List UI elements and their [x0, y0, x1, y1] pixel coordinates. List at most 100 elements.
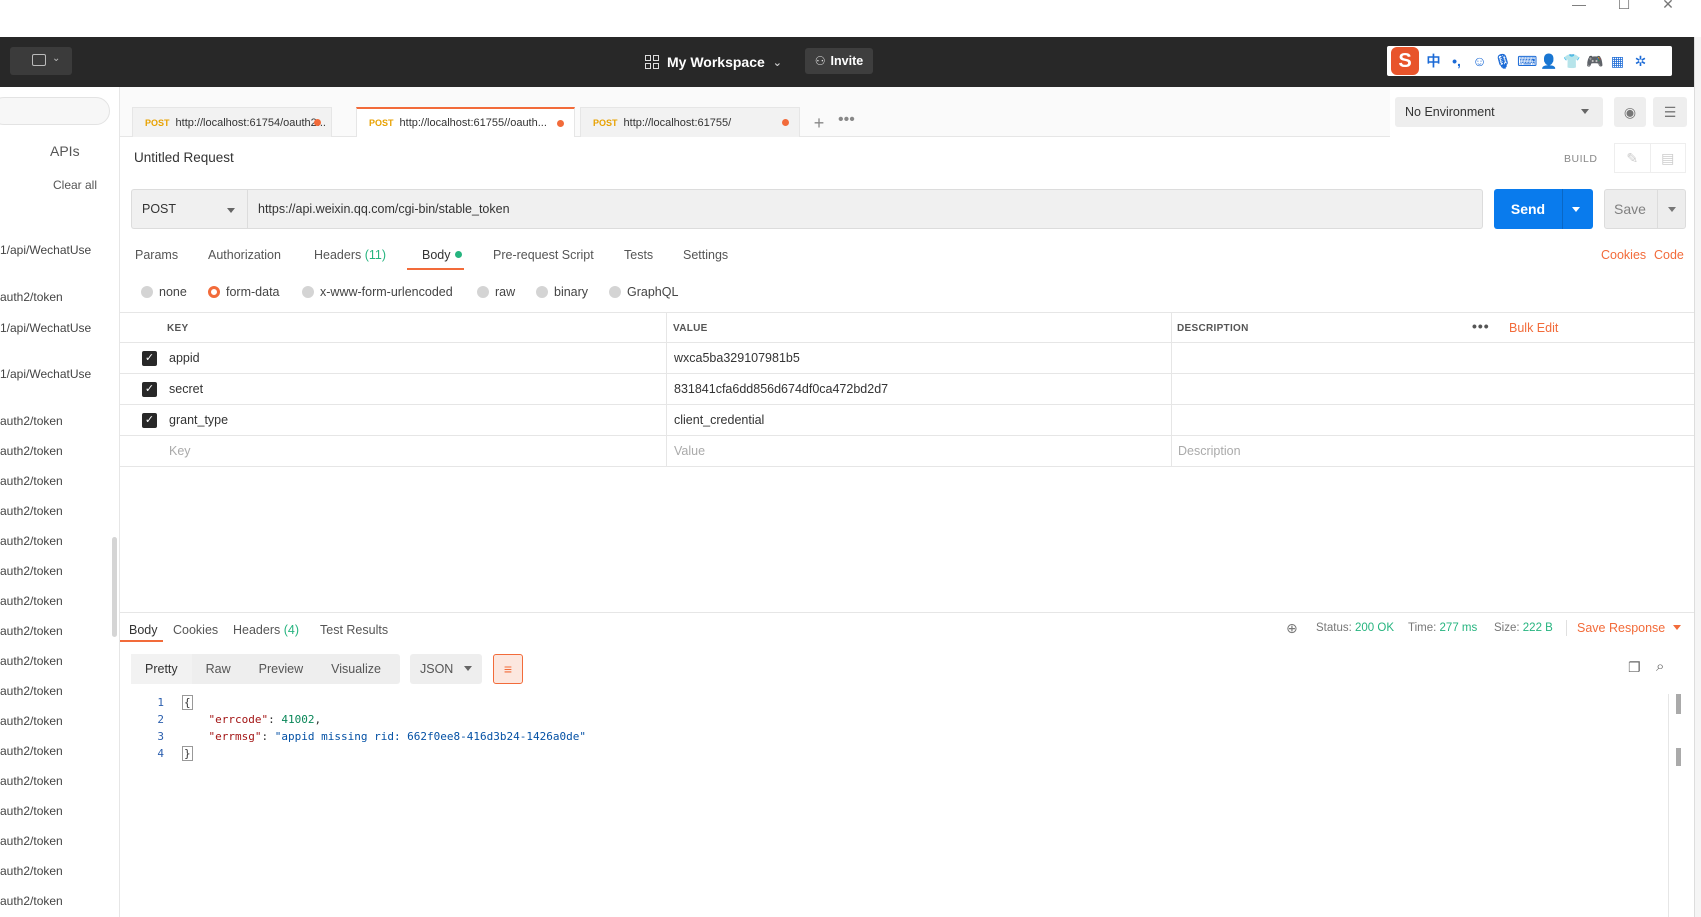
body-type-form-data[interactable]: form-data: [208, 285, 280, 299]
request-title[interactable]: Untitled Request: [134, 150, 234, 165]
window-scrollbar[interactable]: [1694, 37, 1701, 917]
param-value[interactable]: client_credential: [674, 413, 764, 427]
history-item[interactable]: auth2/token: [0, 474, 63, 488]
ime-item-8[interactable]: ▦: [1609, 53, 1626, 70]
format-pretty[interactable]: Pretty: [131, 654, 192, 684]
history-item[interactable]: auth2/token: [0, 894, 63, 908]
body-type-graphql[interactable]: GraphQL: [609, 285, 678, 299]
ime-item-6[interactable]: 👕: [1563, 53, 1580, 70]
history-item[interactable]: auth2/token: [0, 594, 63, 608]
response-tab-cookies[interactable]: Cookies: [173, 623, 218, 637]
param-key[interactable]: grant_type: [169, 413, 228, 427]
invite-button[interactable]: ⚇ Invite: [805, 48, 873, 74]
manage-environments-button[interactable]: ☰: [1653, 97, 1687, 127]
body-type-binary[interactable]: binary: [536, 285, 588, 299]
history-item[interactable]: auth2/token: [0, 714, 63, 728]
history-item[interactable]: auth2/token: [0, 564, 63, 578]
tab-params[interactable]: Params: [135, 248, 178, 262]
edit-icon[interactable]: ✎: [1615, 144, 1650, 172]
param-value[interactable]: 831841cfa6dd856d674df0ca472bd2d7: [674, 382, 888, 396]
ime-item-0[interactable]: 中: [1425, 51, 1442, 71]
send-options-caret-icon[interactable]: [1572, 207, 1580, 212]
wrap-lines-button[interactable]: ≡: [493, 654, 523, 684]
code-link[interactable]: Code: [1654, 248, 1684, 262]
sidebar-search-input[interactable]: [0, 97, 110, 125]
environment-select[interactable]: No Environment: [1395, 97, 1603, 127]
body-type-raw[interactable]: raw: [477, 285, 515, 299]
history-item[interactable]: auth2/token: [0, 864, 63, 878]
environment-quick-look-button[interactable]: ◉: [1614, 97, 1646, 127]
url-input[interactable]: https://api.weixin.qq.com/cgi-bin/stable…: [247, 189, 1483, 229]
format-preview[interactable]: Preview: [245, 654, 317, 684]
param-value[interactable]: wxca5ba329107981b5: [674, 351, 800, 365]
globe-icon[interactable]: ⊕: [1286, 620, 1298, 637]
workspace-selector[interactable]: My Workspace ⌄: [645, 51, 782, 73]
history-item[interactable]: auth2/token: [0, 804, 63, 818]
tab-authorization[interactable]: Authorization: [208, 248, 281, 262]
save-options-caret-icon[interactable]: [1668, 207, 1676, 212]
row-checkbox[interactable]: ✓: [142, 351, 157, 366]
request-tab[interactable]: POST http://localhost:61755/: [580, 107, 800, 137]
body-type-urlencoded[interactable]: x-www-form-urlencoded: [302, 285, 453, 299]
tab-tests[interactable]: Tests: [624, 248, 653, 262]
close-icon[interactable]: ✕: [1648, 0, 1688, 11]
history-item[interactable]: auth2/token: [0, 684, 63, 698]
history-item[interactable]: auth2/token: [0, 504, 63, 518]
row-checkbox[interactable]: ✓: [142, 413, 157, 428]
ime-item-9[interactable]: ✲: [1632, 53, 1649, 70]
editor-scroll-marker[interactable]: [1676, 748, 1681, 766]
history-item[interactable]: auth2/token: [0, 444, 63, 458]
table-more-icon[interactable]: •••: [1472, 318, 1490, 334]
method-select[interactable]: POST: [131, 189, 247, 229]
comment-icon[interactable]: ▤: [1649, 144, 1686, 172]
send-button[interactable]: Send: [1494, 189, 1593, 229]
ime-item-1[interactable]: •,: [1448, 53, 1465, 69]
maximize-icon[interactable]: ☐: [1604, 0, 1644, 11]
new-window-button[interactable]: ⌄: [10, 47, 72, 75]
history-item[interactable]: auth2/token: [0, 414, 63, 428]
history-item[interactable]: auth2/token: [0, 290, 63, 304]
ime-item-5[interactable]: 👤: [1540, 53, 1557, 70]
editor-scroll-marker[interactable]: [1676, 694, 1681, 714]
response-tab-test-results[interactable]: Test Results: [320, 623, 388, 637]
copy-icon[interactable]: ❐: [1628, 659, 1641, 676]
row-checkbox[interactable]: ✓: [142, 382, 157, 397]
language-select[interactable]: JSON: [410, 654, 482, 684]
ime-item-7[interactable]: 🎮: [1586, 53, 1603, 70]
new-value-input[interactable]: Value: [674, 444, 705, 458]
history-item[interactable]: 1/api/WechatUse: [0, 243, 91, 257]
format-visualize[interactable]: Visualize: [317, 654, 395, 684]
response-tab-body[interactable]: Body: [129, 623, 158, 637]
tab-pre-request-script[interactable]: Pre-request Script: [493, 248, 594, 262]
param-key[interactable]: secret: [169, 382, 203, 396]
history-item[interactable]: auth2/token: [0, 774, 63, 788]
bulk-edit-link[interactable]: Bulk Edit: [1509, 321, 1558, 335]
add-tab-button[interactable]: +: [808, 113, 830, 134]
format-raw[interactable]: Raw: [192, 654, 245, 684]
request-tab[interactable]: POST http://localhost:61754/oauth2...: [132, 107, 332, 137]
body-type-none[interactable]: none: [141, 285, 187, 299]
more-tabs-icon[interactable]: •••: [838, 111, 855, 129]
minimize-icon[interactable]: —: [1559, 0, 1599, 11]
param-key[interactable]: appid: [169, 351, 200, 365]
request-tab-active[interactable]: POST http://localhost:61755//oauth...: [356, 107, 575, 137]
sidebar-scrollbar[interactable]: [112, 537, 117, 637]
new-description-input[interactable]: Description: [1178, 444, 1241, 458]
history-item[interactable]: 1/api/WechatUse: [0, 367, 91, 381]
ime-item-2[interactable]: ☺: [1471, 53, 1488, 69]
tab-body[interactable]: Body: [422, 248, 462, 262]
history-item[interactable]: 1/api/WechatUse: [0, 321, 91, 335]
history-item[interactable]: auth2/token: [0, 534, 63, 548]
history-item[interactable]: auth2/token: [0, 744, 63, 758]
clear-all-link[interactable]: Clear all: [53, 178, 97, 192]
history-item[interactable]: auth2/token: [0, 654, 63, 668]
history-item[interactable]: auth2/token: [0, 834, 63, 848]
ime-item-4[interactable]: ⌨: [1517, 53, 1537, 70]
history-item[interactable]: auth2/token: [0, 624, 63, 638]
cookies-link[interactable]: Cookies: [1601, 248, 1646, 262]
new-key-input[interactable]: Key: [169, 444, 191, 458]
tab-headers[interactable]: Headers (11): [314, 248, 386, 262]
sidebar-apis-tab[interactable]: APIs: [50, 143, 80, 159]
search-icon[interactable]: ⌕: [1656, 658, 1664, 675]
tab-settings[interactable]: Settings: [683, 248, 728, 262]
